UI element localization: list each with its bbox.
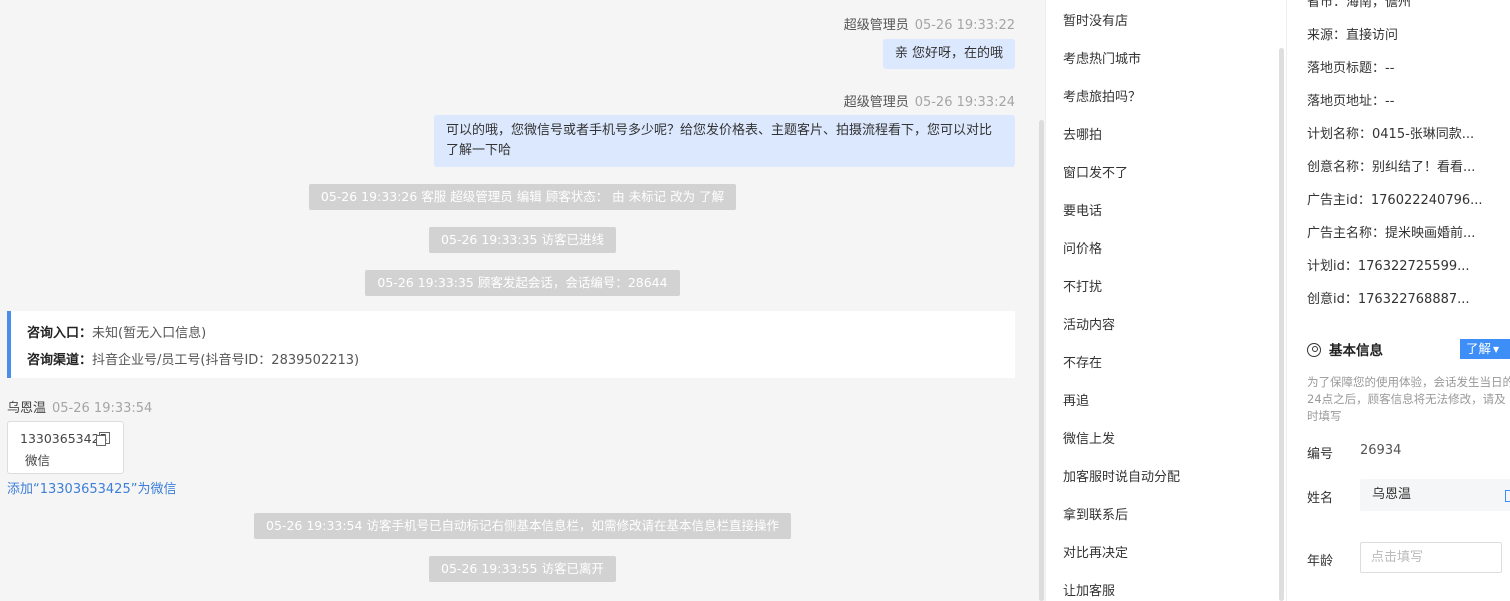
detail-key: 广告主名称： <box>1307 226 1386 241</box>
message-meta: 超级管理员 05-26 19:33:22 <box>844 14 1015 33</box>
system-notice: 05-26 19:33:26 客服 超级管理员 编辑 顾客状态： 由 未标记 改… <box>0 184 1045 210</box>
detail-row: 来源：直接访问 <box>1307 24 1398 43</box>
quick-reply-scrollbar[interactable] <box>1279 48 1284 601</box>
copy-icon[interactable] <box>96 432 110 446</box>
detail-value: 直接访问 <box>1346 28 1399 43</box>
system-notice-text: 05-26 19:33:26 客服 超级管理员 编辑 顾客状态： 由 未标记 改… <box>308 184 737 210</box>
chat-panel: 超级管理员 05-26 19:33:22 亲 您好呀，在的哦 超级管理员 05-26… <box>0 0 1045 601</box>
channel-row: 咨询渠道：抖音企业号/员工号(抖音号ID：2839502213) <box>27 349 359 368</box>
detail-value: 别纠结了！看看... <box>1372 160 1476 175</box>
name-label: 姓名 <box>1307 491 1334 506</box>
system-notice-text: 05-26 19:33:35 顾客发起会话，会话编号：28644 <box>365 270 680 296</box>
detail-row: 计划名称：0415-张琳同款... <box>1307 123 1474 142</box>
quick-reply-item[interactable]: 要电话 <box>1063 200 1102 219</box>
quick-reply-panel: 暂时没有店 考虑热门城市 考虑旅拍吗？ 去哪拍 窗口发不了 要电话 问价格 不打… <box>1045 0 1287 601</box>
message-meta: 超级管理员 05-26 19:33:24 <box>844 91 1015 110</box>
entry-label: 咨询入口： <box>27 326 93 341</box>
customer-info-panel: 省市：海南，儋州 来源：直接访问 落地页标题：-- 落地页地址：-- 计划名称：… <box>1288 0 1510 601</box>
phone-number: 13303653425 <box>20 431 108 446</box>
detail-key: 广告主id： <box>1307 193 1371 208</box>
detail-key: 来源： <box>1307 28 1347 43</box>
quick-reply-item[interactable]: 暂时没有店 <box>1063 10 1128 29</box>
phone-card-label: 微信 <box>25 453 51 468</box>
detail-value: 176022240796... <box>1370 193 1483 208</box>
id-value: 26934 <box>1360 443 1402 458</box>
message-time: 05-26 19:33:22 <box>914 18 1015 33</box>
age-label: 年龄 <box>1307 554 1334 569</box>
region-row: 省市：海南，儋州 <box>1307 0 1412 10</box>
chat-scrollbar[interactable] <box>1039 120 1044 601</box>
sender-name: 超级管理员 <box>843 18 909 33</box>
detail-row: 创意名称：别纠结了！看看... <box>1307 156 1475 175</box>
add-wechat-link[interactable]: 添加“13303653425”为微信 <box>7 478 176 497</box>
customer-status-dropdown[interactable]: 了解 ▼ <box>1460 339 1510 359</box>
entry-info-card: 咨询入口：未知(暂无入口信息) 咨询渠道：抖音企业号/员工号(抖音号ID：283… <box>7 311 1015 378</box>
quick-reply-item[interactable]: 拿到联系后 <box>1063 504 1128 523</box>
sender-name: 超级管理员 <box>843 95 909 110</box>
quick-reply-item[interactable]: 微信上发 <box>1063 428 1115 447</box>
detail-value: 176322725599... <box>1357 259 1470 274</box>
age-input[interactable] <box>1360 542 1502 573</box>
detail-value: -- <box>1385 61 1395 76</box>
quick-reply-item[interactable]: 不存在 <box>1063 352 1102 371</box>
detail-row: 创意id：176322768887... <box>1307 288 1470 307</box>
quick-reply-item[interactable]: 再追 <box>1063 390 1089 409</box>
quick-reply-item[interactable]: 去哪拍 <box>1063 124 1102 143</box>
quick-reply-item[interactable]: 活动内容 <box>1063 314 1115 333</box>
channel-value: 抖音企业号/员工号(抖音号ID：2839502213) <box>92 353 360 368</box>
caret-down-icon: ▼ <box>1493 345 1500 354</box>
basic-info-title: 基本信息 <box>1329 343 1383 359</box>
detail-key: 创意id： <box>1307 292 1358 307</box>
name-field[interactable]: 乌恩温 <box>1360 479 1510 511</box>
quick-reply-item[interactable]: 问价格 <box>1063 238 1102 257</box>
entry-value: 未知(暂无入口信息) <box>92 326 207 341</box>
detail-value: -- <box>1385 94 1395 109</box>
agent-message-bubble: 亲 您好呀，在的哦 <box>882 39 1015 69</box>
channel-label: 咨询渠道： <box>27 353 93 368</box>
quick-reply-item[interactable]: 窗口发不了 <box>1063 162 1128 181</box>
id-label: 编号 <box>1307 447 1334 462</box>
system-notice-text: 05-26 19:33:54 访客手机号已自动标记右侧基本信息栏，如需修改请在基… <box>254 513 791 539</box>
agent-message-bubble: 可以的哦，您微信号或者手机号多少呢？给您发价格表、主题客片、拍摄流程看下，您可以… <box>434 115 1015 167</box>
message-time: 05-26 19:33:24 <box>914 95 1015 110</box>
detail-value: 176322768887... <box>1357 292 1470 307</box>
phone-card: 13303653425 微信 <box>7 421 124 474</box>
quick-reply-item[interactable]: 考虑热门城市 <box>1063 48 1141 67</box>
detail-value: 提米映画婚前... <box>1385 226 1476 241</box>
system-notice-text: 05-26 19:33:55 访客已离开 <box>429 556 616 582</box>
status-value: 了解 <box>1466 341 1492 356</box>
detail-row: 广告主名称：提米映画婚前... <box>1307 222 1475 241</box>
detail-value: 0415-张琳同款... <box>1372 127 1475 142</box>
visitor-message-meta: 乌恩温 05-26 19:33:54 <box>7 397 152 416</box>
quick-reply-item[interactable]: 加客服时说自动分配 <box>1063 466 1180 485</box>
detail-key: 落地页地址： <box>1307 94 1386 109</box>
detail-key: 计划id： <box>1307 259 1358 274</box>
quick-reply-item[interactable]: 对比再决定 <box>1063 542 1128 561</box>
detail-key: 计划名称： <box>1307 127 1373 142</box>
detail-row: 落地页地址：-- <box>1307 90 1394 109</box>
system-notice-text: 05-26 19:33:35 访客已进线 <box>429 227 616 253</box>
basic-info-heading: 基本信息 <box>1307 339 1383 359</box>
system-notice: 05-26 19:33:35 顾客发起会话，会话编号：28644 <box>0 270 1045 296</box>
quick-reply-item[interactable]: 考虑旅拍吗？ <box>1063 86 1141 105</box>
detail-row: 落地页标题：-- <box>1307 57 1394 76</box>
system-notice: 05-26 19:33:35 访客已进线 <box>0 227 1045 253</box>
message-time: 05-26 19:33:54 <box>52 401 153 416</box>
detail-row: 广告主id：176022240796... <box>1307 189 1483 208</box>
quick-reply-item[interactable]: 让加客服 <box>1063 580 1115 599</box>
detail-key: 创意名称： <box>1307 160 1373 175</box>
edit-icon[interactable] <box>1505 490 1510 502</box>
visitor-name: 乌恩温 <box>7 401 47 416</box>
system-notice: 05-26 19:33:55 访客已离开 <box>0 556 1045 582</box>
detail-key: 落地页标题： <box>1307 61 1386 76</box>
entry-row: 咨询入口：未知(暂无入口信息) <box>27 322 206 341</box>
system-notice: 05-26 19:33:54 访客手机号已自动标记右侧基本信息栏，如需修改请在基… <box>0 513 1045 539</box>
user-circle-icon <box>1307 343 1321 357</box>
quick-reply-item[interactable]: 不打扰 <box>1063 276 1102 295</box>
detail-row: 计划id：176322725599... <box>1307 255 1470 274</box>
edit-notice: 为了保障您的使用体验，会话发生当日的24点之后，顾客信息将无法修改，请及时填写 <box>1307 375 1510 423</box>
